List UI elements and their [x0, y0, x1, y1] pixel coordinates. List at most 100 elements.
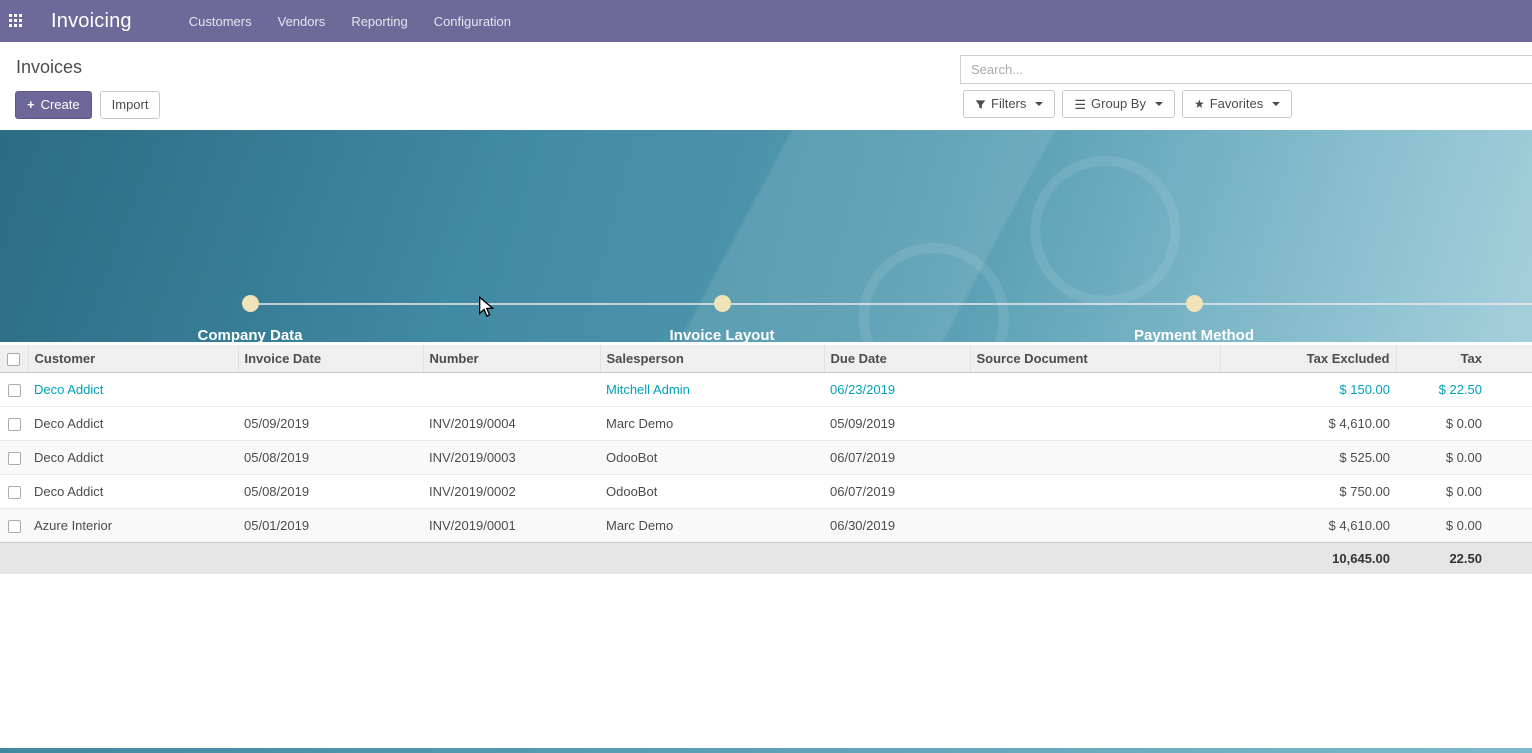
table-row[interactable]: Azure Interior 05/01/2019 INV/2019/0001 … — [0, 509, 1532, 543]
chevron-down-icon — [1155, 102, 1163, 106]
cell-tax[interactable]: $ 0.00 — [1396, 475, 1532, 509]
cell-customer[interactable]: Deco Addict — [28, 373, 238, 407]
row-checkbox[interactable] — [8, 486, 21, 499]
cell-customer[interactable]: Deco Addict — [28, 407, 238, 441]
cell-customer[interactable]: Deco Addict — [28, 475, 238, 509]
row-select-cell — [0, 509, 28, 543]
cell-due-date[interactable]: 06/07/2019 — [824, 475, 970, 509]
cell-tax-excluded[interactable]: $ 750.00 — [1220, 475, 1396, 509]
row-checkbox[interactable] — [8, 452, 21, 465]
cell-source-document[interactable] — [970, 373, 1220, 407]
step-title: Payment Method — [1054, 327, 1334, 342]
select-all-checkbox[interactable] — [7, 353, 20, 366]
filter-icon — [975, 99, 986, 110]
col-header-due-date[interactable]: Due Date — [824, 345, 970, 373]
search-options: Filters ☰ Group By ★ Favorites — [963, 90, 1292, 118]
cell-tax-excluded[interactable]: $ 525.00 — [1220, 441, 1396, 475]
search-box — [960, 55, 1532, 84]
create-button-label: Create — [41, 97, 80, 113]
col-header-customer[interactable]: Customer — [28, 345, 238, 373]
total-tax-excluded: 10,645.00 — [1220, 543, 1396, 575]
create-button[interactable]: + Create — [15, 91, 92, 119]
cell-salesperson[interactable]: OdooBot — [600, 441, 824, 475]
cell-number[interactable]: INV/2019/0001 — [423, 509, 600, 543]
menu-configuration[interactable]: Configuration — [421, 0, 524, 42]
col-header-tax-excluded[interactable]: Tax Excluded — [1220, 345, 1396, 373]
cell-invoice-date[interactable]: 05/09/2019 — [238, 407, 423, 441]
cell-salesperson[interactable]: Marc Demo — [600, 407, 824, 441]
cell-due-date[interactable]: 06/23/2019 — [824, 373, 970, 407]
cell-tax[interactable]: $ 0.00 — [1396, 509, 1532, 543]
onboarding-progress-line — [250, 303, 1532, 305]
invoices-table: Customer Invoice Date Number Salesperson… — [0, 345, 1532, 574]
onboarding-panel: Company Data Set your company's data for… — [0, 130, 1532, 342]
step-dot-company-data — [242, 295, 259, 312]
cell-invoice-date[interactable]: 05/08/2019 — [238, 441, 423, 475]
totals-row: 10,645.00 22.50 — [0, 543, 1532, 575]
action-buttons: + Create Import — [15, 91, 160, 119]
table-row[interactable]: Deco Addict 05/09/2019 INV/2019/0004 Mar… — [0, 407, 1532, 441]
col-header-salesperson[interactable]: Salesperson — [600, 345, 824, 373]
cell-invoice-date[interactable]: 05/08/2019 — [238, 475, 423, 509]
apps-menu-icon[interactable] — [9, 14, 24, 29]
control-panel: Invoices + Create Import Filters ☰ Group… — [0, 42, 1532, 130]
cell-due-date[interactable]: 05/09/2019 — [824, 407, 970, 441]
app-title[interactable]: Invoicing — [51, 10, 132, 33]
cell-source-document[interactable] — [970, 441, 1220, 475]
cell-number[interactable] — [423, 373, 600, 407]
menu-vendors[interactable]: Vendors — [265, 0, 339, 42]
table-row[interactable]: Deco Addict 05/08/2019 INV/2019/0002 Odo… — [0, 475, 1532, 509]
cell-tax[interactable]: $ 22.50 — [1396, 373, 1532, 407]
row-checkbox[interactable] — [8, 520, 21, 533]
bottom-banner-strip — [0, 748, 1532, 753]
group-by-button[interactable]: ☰ Group By — [1062, 90, 1175, 118]
cell-salesperson[interactable]: Mitchell Admin — [600, 373, 824, 407]
cell-invoice-date[interactable]: 05/01/2019 — [238, 509, 423, 543]
glasses-background-image — [830, 130, 1310, 342]
filters-button[interactable]: Filters — [963, 90, 1055, 118]
step-title: Invoice Layout — [582, 327, 862, 342]
cell-source-document[interactable] — [970, 509, 1220, 543]
search-input[interactable] — [961, 56, 1532, 83]
star-icon: ★ — [1194, 98, 1205, 111]
cell-number[interactable]: INV/2019/0002 — [423, 475, 600, 509]
import-button[interactable]: Import — [100, 91, 161, 119]
onboarding-step-company-data: Company Data Set your company's data for… — [110, 327, 390, 342]
cell-customer[interactable]: Deco Addict — [28, 441, 238, 475]
cell-source-document[interactable] — [970, 475, 1220, 509]
cell-tax[interactable]: $ 0.00 — [1396, 441, 1532, 475]
cell-due-date[interactable]: 06/07/2019 — [824, 441, 970, 475]
cell-tax[interactable]: $ 0.00 — [1396, 407, 1532, 441]
cell-tax-excluded[interactable]: $ 4,610.00 — [1220, 509, 1396, 543]
table-row[interactable]: Deco Addict 05/08/2019 INV/2019/0003 Odo… — [0, 441, 1532, 475]
cell-tax-excluded[interactable]: $ 150.00 — [1220, 373, 1396, 407]
col-header-number[interactable]: Number — [423, 345, 600, 373]
cell-source-document[interactable] — [970, 407, 1220, 441]
cell-salesperson[interactable]: Marc Demo — [600, 509, 824, 543]
total-tax: 22.50 — [1396, 543, 1532, 575]
favorites-label: Favorites — [1210, 96, 1263, 112]
cell-salesperson[interactable]: OdooBot — [600, 475, 824, 509]
row-checkbox[interactable] — [8, 418, 21, 431]
cell-invoice-date[interactable] — [238, 373, 423, 407]
col-header-invoice-date[interactable]: Invoice Date — [238, 345, 423, 373]
table-header-row: Customer Invoice Date Number Salesperson… — [0, 345, 1532, 373]
onboarding-step-payment-method: Payment Method Configure your payment me… — [1054, 327, 1334, 342]
row-checkbox[interactable] — [8, 384, 21, 397]
favorites-button[interactable]: ★ Favorites — [1182, 90, 1292, 118]
cell-number[interactable]: INV/2019/0003 — [423, 441, 600, 475]
group-by-icon: ☰ — [1074, 98, 1086, 111]
import-button-label: Import — [112, 97, 149, 113]
cell-number[interactable]: INV/2019/0004 — [423, 407, 600, 441]
col-header-tax[interactable]: Tax — [1396, 345, 1532, 373]
cell-customer[interactable]: Azure Interior — [28, 509, 238, 543]
col-header-source-document[interactable]: Source Document — [970, 345, 1220, 373]
breadcrumb: Invoices — [16, 57, 82, 78]
menu-customers[interactable]: Customers — [176, 0, 265, 42]
table-row[interactable]: Deco Addict Mitchell Admin 06/23/2019 $ … — [0, 373, 1532, 407]
filters-label: Filters — [991, 96, 1026, 112]
cell-tax-excluded[interactable]: $ 4,610.00 — [1220, 407, 1396, 441]
group-by-label: Group By — [1091, 96, 1146, 112]
menu-reporting[interactable]: Reporting — [338, 0, 420, 42]
cell-due-date[interactable]: 06/30/2019 — [824, 509, 970, 543]
